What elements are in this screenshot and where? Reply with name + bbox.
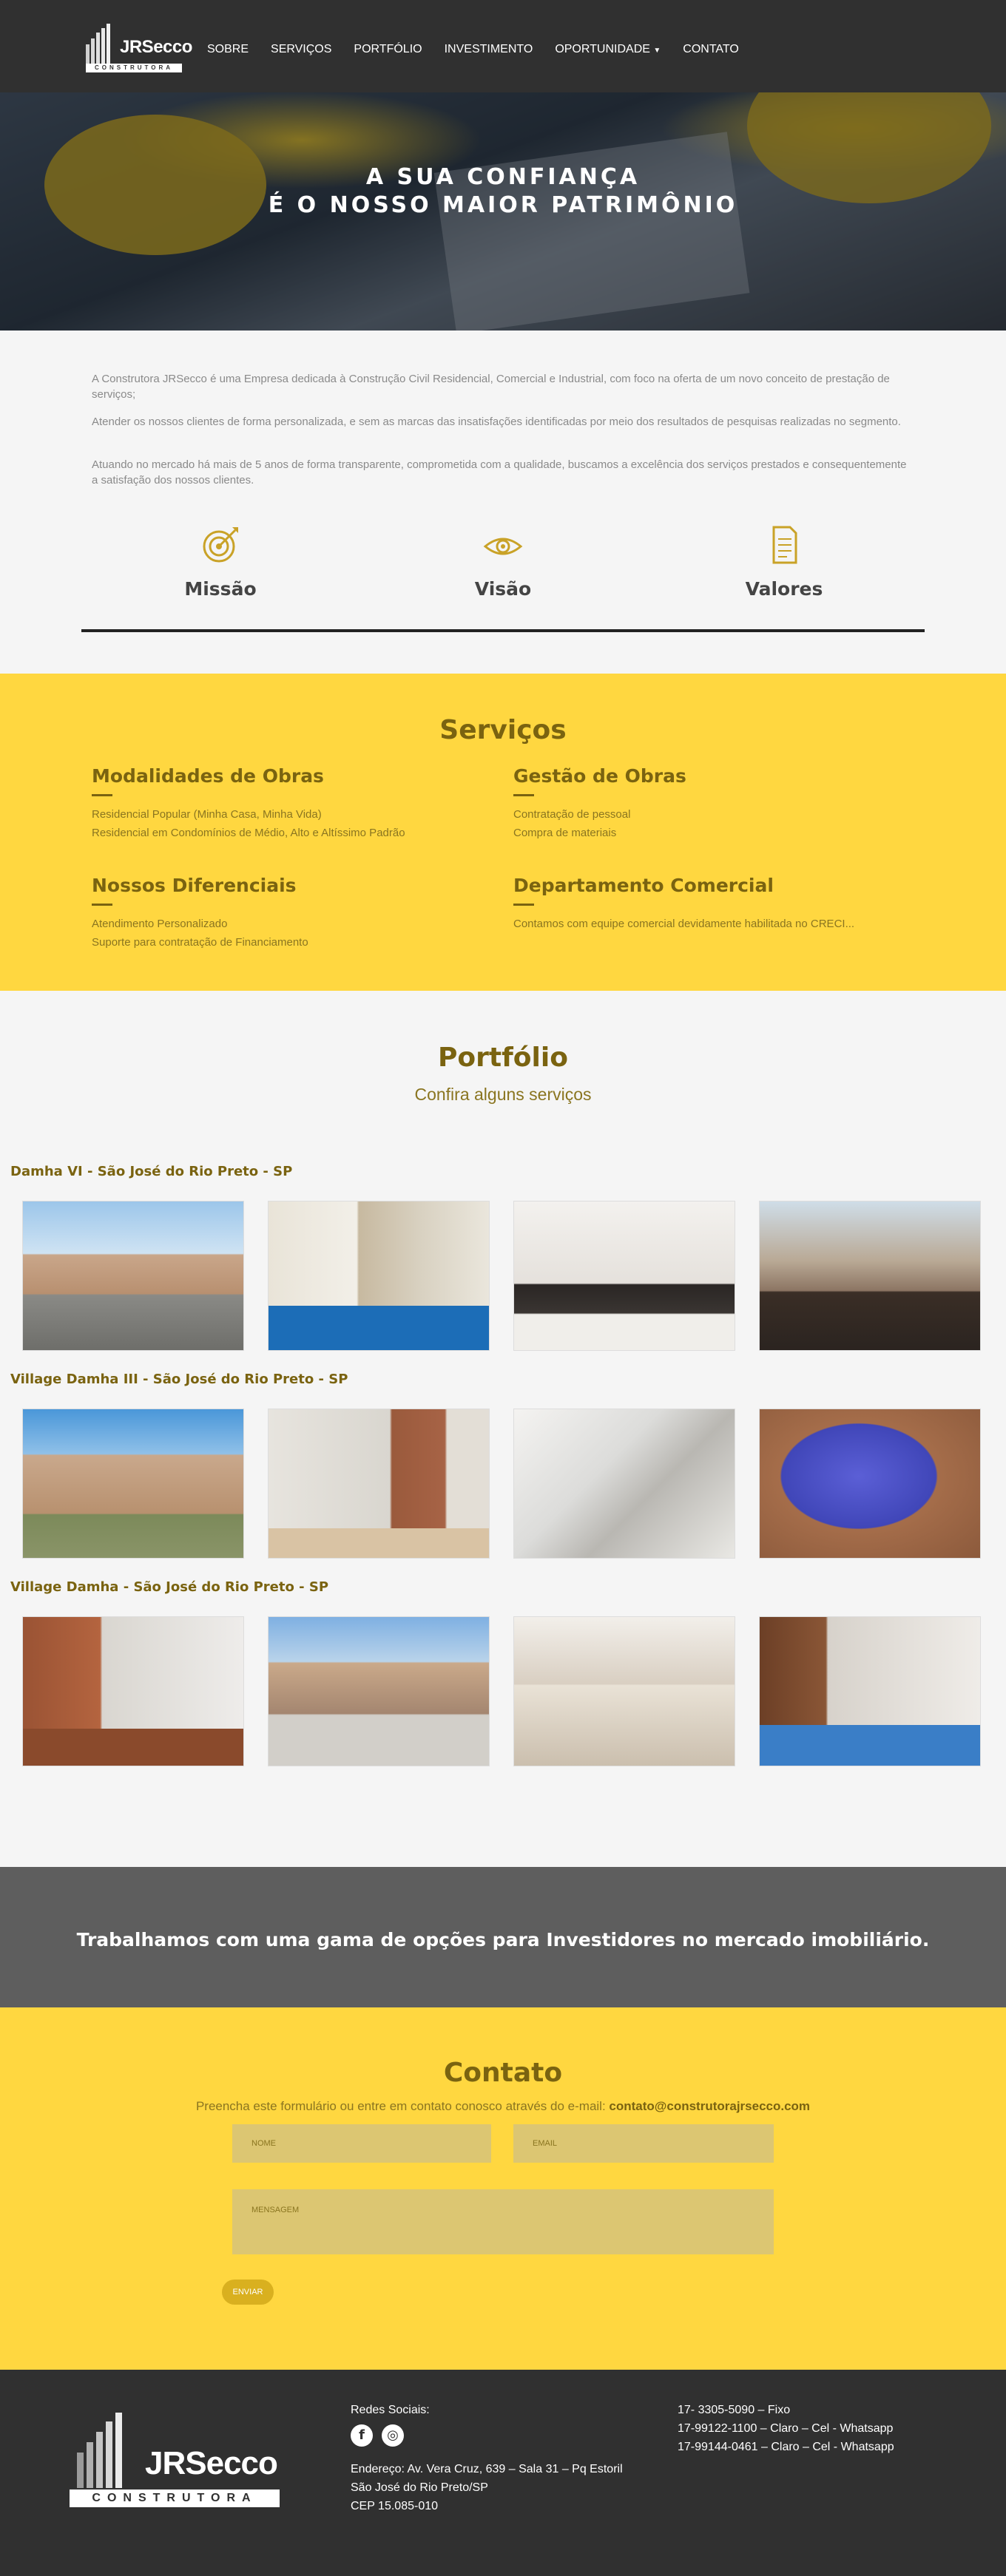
nav-link-servicos[interactable]: SERVIÇOS bbox=[271, 43, 331, 56]
address-line-2: São José do Rio Preto/SP bbox=[351, 2481, 488, 2494]
title-underline bbox=[92, 794, 112, 796]
title-underline bbox=[513, 794, 534, 796]
footer-logo-sub: CONSTRUTORA bbox=[70, 2489, 280, 2507]
portfolio-photo[interactable] bbox=[22, 1409, 244, 1559]
footer: JRSecco CONSTRUTORA Redes Sociais: Ender… bbox=[0, 2370, 1006, 2576]
nav-link-investimento[interactable]: INVESTIMENTO bbox=[445, 43, 533, 56]
caret-down-icon: ▼ bbox=[653, 47, 661, 55]
instagram-icon[interactable]: ◎ bbox=[382, 2424, 404, 2447]
address-line-1: Endereço: Av. Vera Cruz, 639 – Sala 31 –… bbox=[351, 2463, 623, 2475]
message-field[interactable] bbox=[232, 2189, 774, 2254]
building-bars-icon bbox=[77, 2413, 122, 2488]
send-button[interactable]: ENVIAR bbox=[222, 2280, 274, 2305]
service-line: Residencial Popular (Minha Casa, Minha V… bbox=[92, 808, 322, 821]
hero-banner: A SUA CONFIANÇA É O NOSSO MAIOR PATRIMÔN… bbox=[0, 92, 1006, 331]
portfolio-photo[interactable] bbox=[268, 1616, 490, 1766]
service-line: Residencial em Condomínios de Médio, Alt… bbox=[92, 827, 405, 839]
document-icon bbox=[772, 526, 797, 564]
footer-logo: JRSecco CONSTRUTORA bbox=[70, 2408, 284, 2512]
gallery-title: Village Damha III - São José do Rio Pret… bbox=[10, 1372, 348, 1387]
service-line: Contratação de pessoal bbox=[513, 808, 631, 821]
main-menu: SOBRE SERVIÇOS PORTFÓLIO INVESTIMENTO OP… bbox=[207, 43, 761, 56]
nav-link-portfolio[interactable]: PORTFÓLIO bbox=[354, 43, 422, 56]
service-title: Nossos Diferenciais bbox=[92, 875, 297, 896]
nav-link-contato[interactable]: CONTATO bbox=[683, 43, 739, 56]
portfolio-section: Portfólio Confira alguns serviços Damha … bbox=[0, 991, 1006, 1867]
title-underline bbox=[513, 904, 534, 906]
logo-sub: CONSTRUTORA bbox=[86, 64, 182, 72]
services-section: Serviços Modalidades de Obras Residencia… bbox=[0, 674, 1006, 991]
service-title: Modalidades de Obras bbox=[92, 765, 324, 787]
title-underline bbox=[92, 904, 112, 906]
hero-heading: A SUA CONFIANÇA É O NOSSO MAIOR PATRIMÔN… bbox=[0, 163, 1006, 220]
about-paragraph-3: Atuando no mercado há mais de 5 anos de … bbox=[92, 458, 907, 487]
portfolio-photo[interactable] bbox=[22, 1201, 244, 1351]
contact-lead-text: Preencha este formulário ou entre em con… bbox=[195, 2099, 610, 2113]
contact-title: Contato bbox=[443, 2058, 563, 2088]
feature-label: Missão bbox=[184, 578, 257, 600]
eye-icon bbox=[483, 538, 523, 555]
feature-missao: Missão bbox=[132, 523, 309, 600]
service-card: Gestão de Obras Contratação de pessoal C… bbox=[513, 765, 928, 842]
brand-logo[interactable]: JRSecco CONSTRUTORA bbox=[83, 22, 192, 72]
service-title: Gestão de Obras bbox=[513, 765, 686, 787]
portfolio-photo[interactable] bbox=[513, 1616, 735, 1766]
investor-banner: Trabalhamos com uma gama de opções para … bbox=[0, 1867, 1006, 2007]
service-line: Compra de materiais bbox=[513, 827, 617, 839]
service-title: Departamento Comercial bbox=[513, 875, 774, 896]
feature-valores: Valores bbox=[695, 523, 873, 600]
gallery-title: Damha VI - São José do Rio Preto - SP bbox=[10, 1164, 293, 1179]
services-title: Serviços bbox=[439, 715, 567, 745]
phone-line-2: 17-99122-1100 – Claro – Cel - Whatsapp bbox=[678, 2422, 894, 2435]
feature-label: Valores bbox=[745, 578, 823, 600]
gallery-title: Village Damha - São José do Rio Preto - … bbox=[10, 1579, 329, 1595]
service-line: Atendimento Personalizado bbox=[92, 918, 228, 930]
feature-visao: Visão bbox=[414, 523, 592, 600]
about-section: A Construtora JRSecco é uma Empresa dedi… bbox=[0, 331, 1006, 674]
hero-line-2: É O NOSSO MAIOR PATRIMÔNIO bbox=[268, 192, 738, 218]
portfolio-photo[interactable] bbox=[22, 1616, 244, 1766]
contact-email-link[interactable]: contato@construtorajrsecco.com bbox=[609, 2099, 810, 2113]
portfolio-photo[interactable] bbox=[513, 1201, 735, 1351]
portfolio-photo[interactable] bbox=[268, 1409, 490, 1559]
nav-link-sobre[interactable]: SOBRE bbox=[207, 43, 249, 56]
investor-text: Trabalhamos com uma gama de opções para … bbox=[76, 1929, 930, 1950]
logo-name: JRSecco bbox=[120, 37, 192, 57]
name-field[interactable] bbox=[232, 2124, 491, 2163]
service-line: Suporte para contratação de Financiament… bbox=[92, 936, 308, 949]
section-divider bbox=[81, 629, 925, 632]
service-card: Nossos Diferenciais Atendimento Personal… bbox=[92, 875, 506, 952]
footer-logo-name: JRSecco bbox=[145, 2445, 278, 2481]
service-card: Departamento Comercial Contamos com equi… bbox=[513, 875, 928, 933]
service-card: Modalidades de Obras Residencial Popular… bbox=[92, 765, 506, 842]
email-field[interactable] bbox=[513, 2124, 774, 2163]
about-paragraph-2: Atender os nossos clientes de forma pers… bbox=[92, 416, 901, 428]
service-line: Contamos com equipe comercial devidament… bbox=[513, 918, 855, 930]
social-links: f ◎ bbox=[351, 2424, 404, 2447]
portfolio-photo[interactable] bbox=[513, 1409, 735, 1559]
nav-link-oportunidade-label: OPORTUNIDADE bbox=[555, 43, 650, 55]
phone-line-1: 17- 3305-5090 – Fixo bbox=[678, 2404, 791, 2416]
contact-lead: Preencha este formulário ou entre em con… bbox=[0, 2099, 1006, 2114]
phone-line-3: 17-99144-0461 – Claro – Cel - Whatsapp bbox=[678, 2441, 894, 2453]
portfolio-photo[interactable] bbox=[759, 1616, 981, 1766]
address-line-3: CEP 15.085-010 bbox=[351, 2500, 439, 2512]
portfolio-title: Portfólio bbox=[438, 1043, 568, 1073]
portfolio-subtitle: Confira alguns serviços bbox=[414, 1085, 592, 1104]
portfolio-photo[interactable] bbox=[759, 1409, 981, 1559]
contact-section: Contato Preencha este formulário ou entr… bbox=[0, 2007, 1006, 2370]
feature-label: Visão bbox=[474, 578, 532, 600]
about-paragraph-1: A Construtora JRSecco é uma Empresa dedi… bbox=[92, 373, 890, 401]
facebook-icon[interactable]: f bbox=[351, 2424, 373, 2447]
top-navbar: JRSecco CONSTRUTORA SOBRE SERVIÇOS PORTF… bbox=[0, 0, 1006, 92]
hero-line-1: A SUA CONFIANÇA bbox=[365, 164, 641, 190]
nav-link-oportunidade[interactable]: OPORTUNIDADE ▼ bbox=[555, 43, 661, 56]
social-label: Redes Sociais: bbox=[351, 2404, 430, 2416]
target-icon bbox=[203, 527, 238, 563]
portfolio-photo[interactable] bbox=[268, 1201, 490, 1351]
building-bars-icon bbox=[86, 24, 110, 64]
portfolio-photo[interactable] bbox=[759, 1201, 981, 1351]
